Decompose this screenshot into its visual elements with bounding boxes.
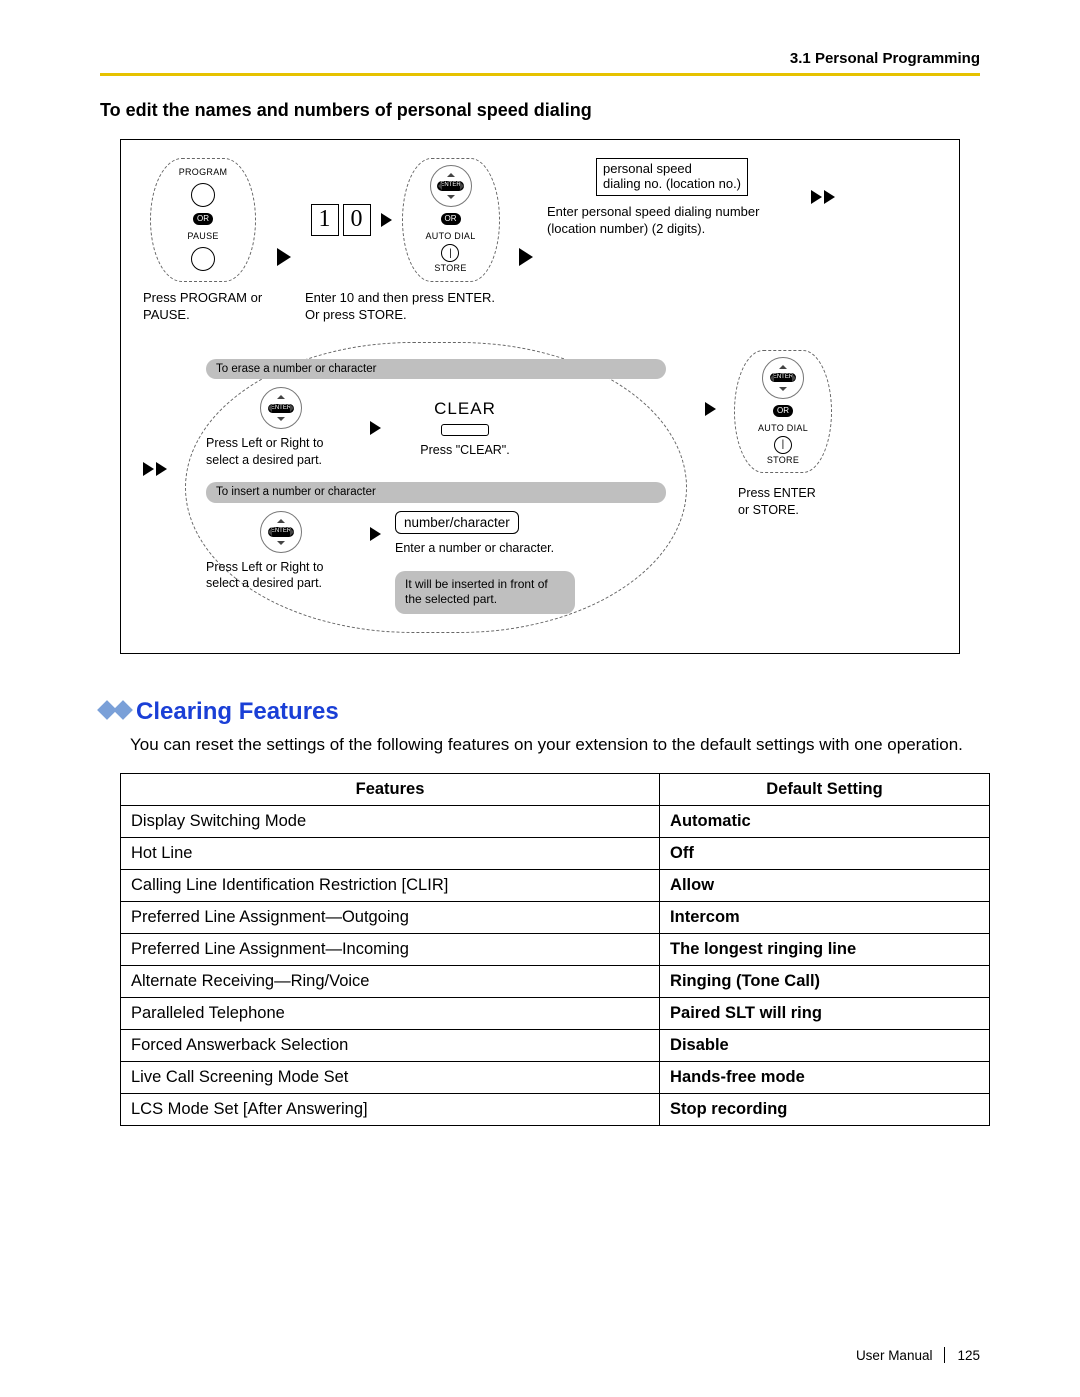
arrow-icon: [705, 402, 716, 416]
feature-cell: Hot Line: [121, 837, 660, 869]
or-pill: OR: [773, 405, 793, 417]
footer: User Manual 125: [856, 1347, 980, 1363]
footer-manual: User Manual: [856, 1348, 933, 1363]
autodial-store-icon: AUTO DIAL | STORE: [425, 231, 475, 274]
table-row: Paralleled TelephonePaired SLT will ring: [121, 997, 990, 1029]
clearing-features-desc: You can reset the settings of the follow…: [130, 734, 980, 757]
pause-button-icon: [191, 247, 215, 271]
clear-button-icon: CLEAR: [434, 398, 496, 436]
arrow-icon: [519, 248, 533, 266]
insert-value-caption: Enter a number or character.: [395, 540, 554, 556]
table-row: Alternate Receiving—Ring/VoiceRinging (T…: [121, 965, 990, 997]
step3-caption: Enter personal speed dialing number (loc…: [547, 204, 797, 238]
digit-1: 1: [311, 204, 339, 236]
feature-cell: Paralleled Telephone: [121, 997, 660, 1029]
default-cell: Ringing (Tone Call): [660, 965, 990, 997]
header-section: 3.1 Personal Programming: [100, 50, 980, 67]
insert-note-balloon: It will be inserted in front of the sele…: [395, 571, 575, 614]
diamond-bullet-icon: [100, 703, 130, 717]
or-pill: OR: [441, 213, 461, 225]
clear-caption: Press "CLEAR".: [420, 442, 509, 458]
footer-page: 125: [957, 1348, 980, 1363]
section-title: To edit the names and numbers of persona…: [100, 100, 980, 121]
insert-nav-caption: Press Left or Right to select a desired …: [206, 559, 356, 592]
table-row: Preferred Line Assignment—OutgoingInterc…: [121, 901, 990, 933]
arrow-icon: [370, 421, 381, 435]
default-cell: Paired SLT will ring: [660, 997, 990, 1029]
procedure-diagram: PROGRAM OR PAUSE Press PROGRAM or PAUSE.…: [120, 139, 960, 654]
digit-0: 0: [343, 204, 371, 236]
features-table: Features Default Setting Display Switchi…: [120, 773, 990, 1126]
navpad-icon: ENTER: [260, 511, 302, 553]
arrow-icon: [370, 527, 381, 541]
navpad-icon: ENTER: [260, 387, 302, 429]
default-cell: Stop recording: [660, 1093, 990, 1125]
table-row: Hot LineOff: [121, 837, 990, 869]
edit-balloon: To erase a number or character ENTER Pre…: [185, 342, 687, 633]
final-enter-balloon: ENTER OR AUTO DIAL | STORE: [734, 350, 832, 474]
erase-header: To erase a number or character: [206, 359, 666, 380]
col-features: Features: [121, 773, 660, 805]
speed-dial-value-box: personal speed dialing no. (location no.…: [596, 158, 748, 196]
feature-cell: Live Call Screening Mode Set: [121, 1061, 660, 1093]
step1-caption: Press PROGRAM or PAUSE.: [143, 290, 263, 324]
table-row: Preferred Line Assignment—IncomingThe lo…: [121, 933, 990, 965]
final-enter-caption: Press ENTER or STORE.: [738, 485, 828, 518]
feature-cell: Calling Line Identification Restriction …: [121, 869, 660, 901]
pause-label: PAUSE: [187, 231, 218, 243]
clearing-features-heading: Clearing Features: [100, 698, 980, 726]
step1-balloon: PROGRAM OR PAUSE: [150, 158, 256, 282]
default-cell: Hands-free mode: [660, 1061, 990, 1093]
step2-caption: Enter 10 and then press ENTER. Or press …: [305, 290, 505, 324]
default-cell: Automatic: [660, 805, 990, 837]
feature-cell: Display Switching Mode: [121, 805, 660, 837]
table-row: Live Call Screening Mode SetHands-free m…: [121, 1061, 990, 1093]
feature-cell: Preferred Line Assignment—Outgoing: [121, 901, 660, 933]
feature-cell: Preferred Line Assignment—Incoming: [121, 933, 660, 965]
header-rule: [100, 73, 980, 76]
number-character-box: number/character: [395, 511, 519, 535]
default-cell: Intercom: [660, 901, 990, 933]
double-arrow-icon: [811, 190, 835, 204]
default-cell: Disable: [660, 1029, 990, 1061]
feature-cell: LCS Mode Set [After Answering]: [121, 1093, 660, 1125]
table-row: Display Switching ModeAutomatic: [121, 805, 990, 837]
digits-10: 1 0: [311, 204, 371, 236]
double-arrow-icon: [143, 462, 167, 476]
default-cell: The longest ringing line: [660, 933, 990, 965]
autodial-store-icon: AUTO DIAL | STORE: [758, 423, 808, 466]
feature-cell: Forced Answerback Selection: [121, 1029, 660, 1061]
erase-nav-caption: Press Left or Right to select a desired …: [206, 435, 356, 468]
default-cell: Allow: [660, 869, 990, 901]
step2-balloon: ENTER OR AUTO DIAL | STORE: [402, 158, 500, 282]
table-row: Forced Answerback SelectionDisable: [121, 1029, 990, 1061]
insert-header: To insert a number or character: [206, 482, 666, 503]
program-label: PROGRAM: [179, 167, 228, 179]
enter-navpad-icon: ENTER: [430, 165, 472, 207]
col-default: Default Setting: [660, 773, 990, 805]
arrow-icon: [277, 248, 291, 266]
or-pill: OR: [193, 213, 213, 225]
table-row: LCS Mode Set [After Answering]Stop recor…: [121, 1093, 990, 1125]
arrow-icon: [381, 213, 392, 227]
program-button-icon: [191, 183, 215, 207]
enter-navpad-icon: ENTER: [762, 357, 804, 399]
table-row: Calling Line Identification Restriction …: [121, 869, 990, 901]
feature-cell: Alternate Receiving—Ring/Voice: [121, 965, 660, 997]
default-cell: Off: [660, 837, 990, 869]
